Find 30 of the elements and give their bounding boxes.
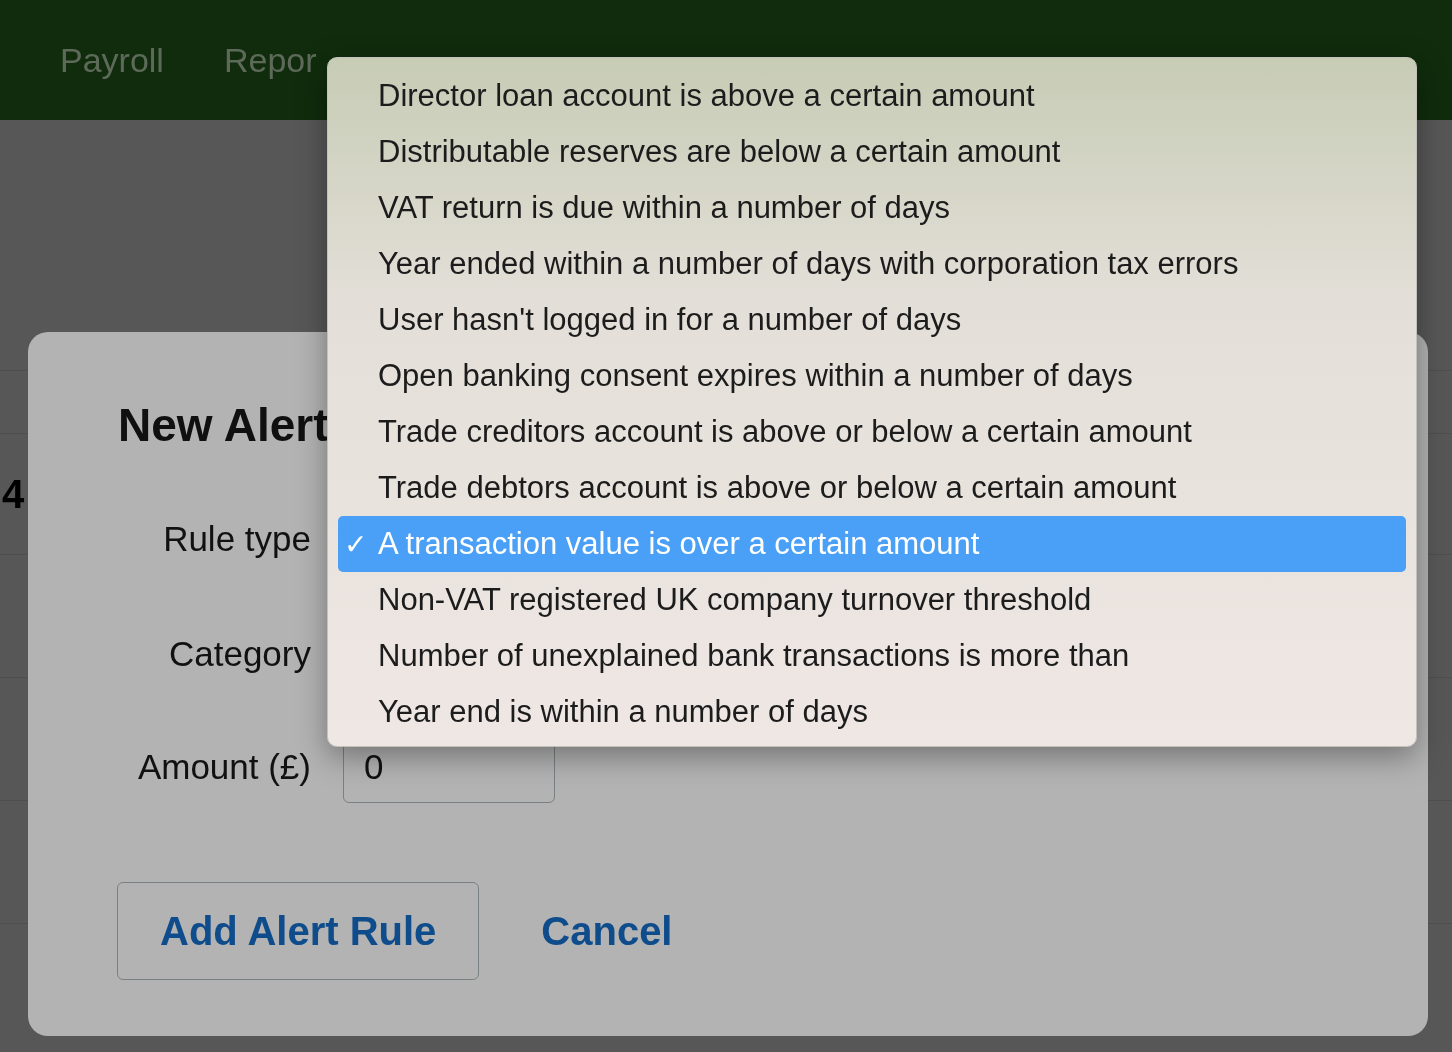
menu-option[interactable]: Number of unexplained bank transactions is more than — [338, 628, 1406, 684]
option-label: Trade creditors account is above or below a certain amount — [378, 414, 1192, 450]
check-mark: ✓ — [344, 527, 368, 561]
menu-option[interactable]: Director loan account is above a certain amount — [338, 68, 1406, 124]
option-label: Non-VAT registered UK company turnover threshold — [378, 582, 1092, 618]
option-label: Number of unexplained bank transactions is more than — [378, 638, 1130, 674]
option-label: VAT return is due within a number of days — [378, 190, 951, 226]
add-rule-button[interactable]: Add Alert Rule — [117, 882, 480, 980]
field-label: Amount (£) — [136, 747, 311, 787]
menu-option[interactable]: VAT return is due within a number of days — [338, 180, 1406, 236]
menu-option[interactable]: Trade creditors account is above or below a certain amount — [338, 404, 1406, 460]
option-label: Year ended within a number of days with corporation tax errors — [378, 246, 1239, 282]
option-label: Open banking consent expires within a number of days — [378, 358, 1133, 394]
menu-option[interactable]: User hasn't logged in for a number of days — [338, 292, 1406, 348]
field-label: Rule type — [162, 519, 311, 559]
menu-option[interactable]: Distributable reserves are below a certain amount — [338, 124, 1406, 180]
option-label: User hasn't logged in for a number of days — [378, 302, 962, 338]
background-text: 4 — [2, 471, 25, 517]
dialog-title: New Alert — [118, 398, 329, 452]
menu-option[interactable]: Non-VAT registered UK company turnover threshold — [338, 572, 1406, 628]
menu-option[interactable]: Year ended within a number of days with corporation tax errors — [338, 236, 1406, 292]
menu-option[interactable]: Open banking consent expires within a number of days — [338, 348, 1406, 404]
option-label: Distributable reserves are below a certain amount — [378, 134, 1061, 170]
field-label: Category — [167, 634, 311, 674]
option-label: Trade debtors account is above or below a certain amount — [378, 470, 1177, 506]
option-label: A transaction value is over a certain amount — [378, 526, 980, 562]
option-label: Year end is within a number of days — [378, 694, 868, 730]
option-label: Director loan account is above a certain amount — [378, 78, 1035, 114]
menu-option[interactable]: Trade debtors account is above or below a certain amount — [338, 460, 1406, 516]
cancel-button[interactable]: Cancel — [541, 908, 673, 954]
